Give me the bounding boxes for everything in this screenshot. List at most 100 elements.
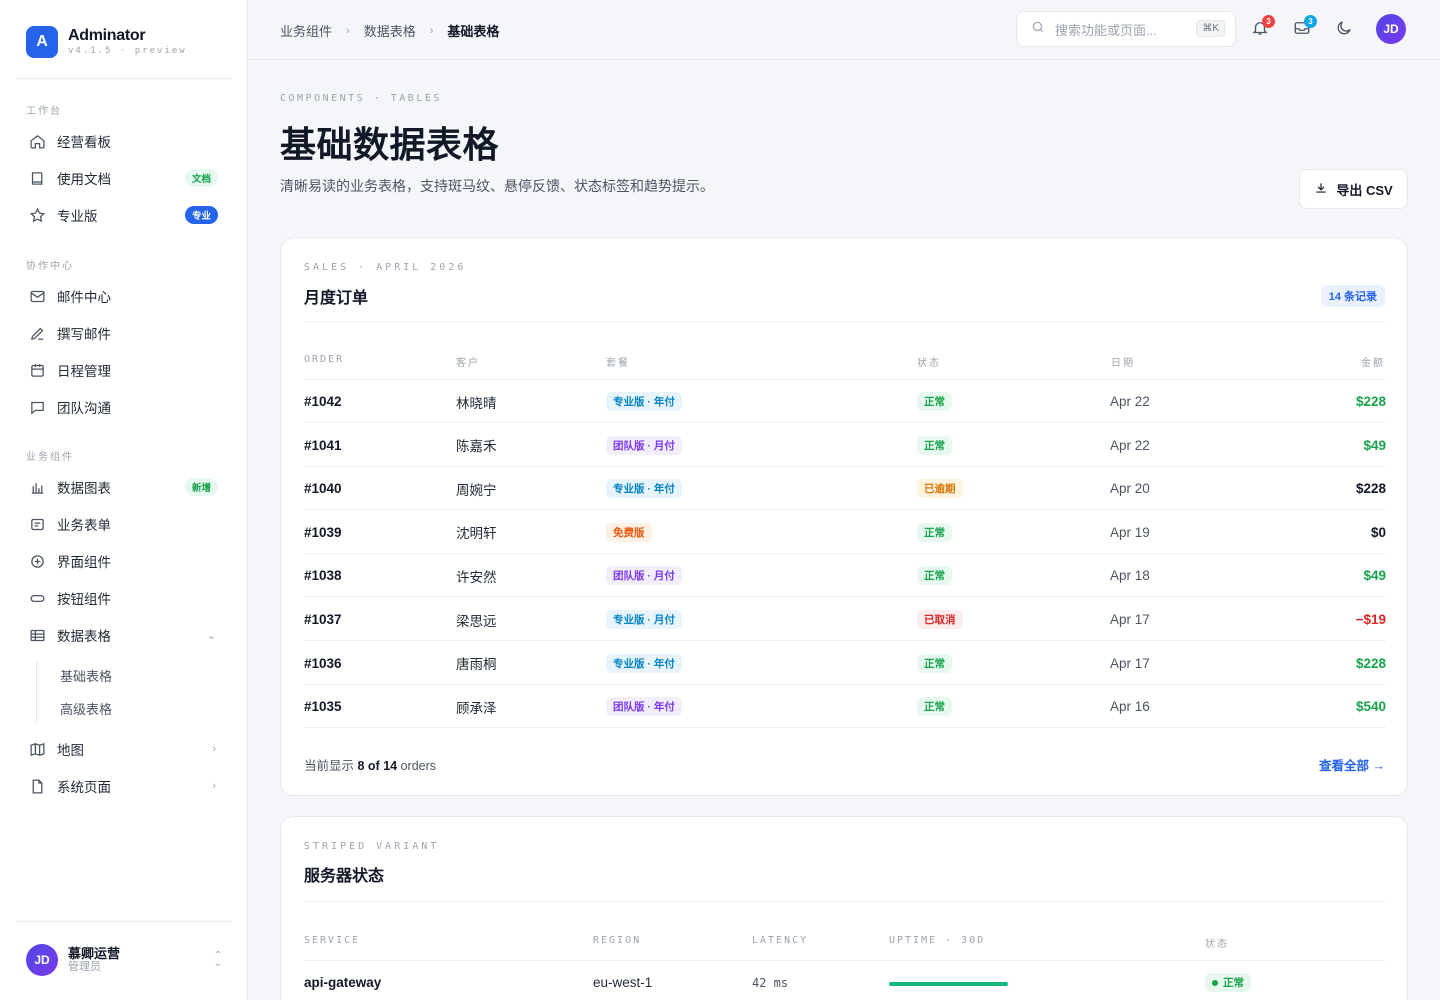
user-menu[interactable]: JD 慕卿运营 管理员 ⌃ ⌄: [26, 944, 222, 976]
order-id[interactable]: #1040: [304, 467, 342, 510]
column-header[interactable]: SERVICE: [304, 935, 360, 946]
table-row[interactable]: #1042 林晓晴 专业版 · 年付 正常 Apr 22 $228: [304, 380, 1386, 423]
order-id[interactable]: #1037: [304, 598, 342, 641]
sidebar-item-label: 界面组件: [57, 555, 111, 570]
sidebar-item-label: 使用文档: [57, 172, 111, 187]
chevron-right-icon: ›: [212, 780, 216, 792]
order-amount: $49: [1363, 437, 1386, 453]
sidebar-subitem-advanced-table[interactable]: 高级表格: [60, 699, 112, 718]
status-badge: 正常: [1223, 977, 1244, 989]
column-header[interactable]: UPTIME · 30D: [889, 935, 985, 946]
order-amount: −$19: [1355, 612, 1386, 627]
sidebar-item-pro[interactable]: 专业版 专业: [16, 198, 232, 232]
map-icon: [28, 740, 46, 758]
breadcrumb-item[interactable]: 数据表格: [364, 21, 416, 40]
order-id[interactable]: #1041: [304, 424, 342, 467]
record-count-badge: 14 条记录: [1320, 285, 1385, 307]
card-title: 月度订单: [304, 290, 369, 307]
nav-section-collab: 协作中心: [26, 261, 74, 272]
status-badge: 正常: [917, 435, 952, 455]
sidebar-item-docs[interactable]: 使用文档 文档: [16, 161, 232, 195]
sidebar-item-chat[interactable]: 团队沟通: [16, 390, 232, 424]
column-header[interactable]: 金额: [1361, 354, 1385, 369]
sidebar-subitem-basic-table[interactable]: 基础表格: [60, 666, 112, 685]
sidebar-item-calendar[interactable]: 日程管理: [16, 353, 232, 387]
chevron-right-icon: ›: [346, 24, 350, 37]
brand[interactable]: A Adminator v4.1.5 · preview: [26, 26, 187, 58]
breadcrumb-item[interactable]: 业务组件: [280, 21, 332, 40]
order-id[interactable]: #1036: [304, 642, 342, 685]
notifications-count: 3: [1262, 15, 1275, 28]
avatar[interactable]: JD: [1376, 14, 1406, 44]
book-icon: [28, 169, 46, 187]
sidebar-item-tables[interactable]: 数据表格 ⌄: [16, 618, 232, 652]
table-row[interactable]: #1039 沈明轩 免费版 正常 Apr 19 $0: [304, 511, 1386, 554]
status-badge: 正常: [917, 653, 952, 673]
service-name[interactable]: api-gateway: [304, 961, 381, 1000]
table-row[interactable]: #1037 梁思远 专业版 · 月付 已取消 Apr 17 −$19: [304, 598, 1386, 641]
order-date: Apr 22: [1110, 437, 1150, 453]
sidebar-item-ui[interactable]: 界面组件: [16, 544, 232, 578]
sidebar-item-forms[interactable]: 业务表单: [16, 507, 232, 541]
notifications-button[interactable]: 3: [1251, 15, 1275, 39]
card-title: 服务器状态: [304, 868, 385, 885]
pen-icon: [28, 324, 46, 342]
column-header[interactable]: REGION: [593, 935, 641, 946]
plan-tag: 团队版 · 月付: [606, 435, 682, 455]
theme-toggle[interactable]: [1335, 19, 1355, 39]
table-row[interactable]: api-gateway eu-west-1 42 ms 正常: [304, 961, 1386, 1000]
table-footer-summary: 当前显示 8 of 14 orders: [304, 755, 436, 774]
column-header[interactable]: ORDER: [304, 354, 344, 365]
column-header[interactable]: 客户: [456, 354, 480, 369]
export-csv-button[interactable]: 导出 CSV: [1299, 169, 1408, 209]
divider: [16, 78, 232, 79]
table-row[interactable]: #1040 周婉宁 专业版 · 年付 已逾期 Apr 20 $228: [304, 467, 1386, 511]
column-header[interactable]: 日期: [1111, 354, 1135, 369]
customer-name: 林晓晴: [456, 395, 497, 411]
inbox-button[interactable]: 3: [1293, 15, 1317, 39]
order-id[interactable]: #1039: [304, 511, 342, 554]
table-row[interactable]: #1038 许安然 团队版 · 月付 正常 Apr 18 $49: [304, 554, 1386, 598]
calendar-icon: [28, 361, 46, 379]
column-header[interactable]: 套餐: [606, 354, 630, 369]
sidebar-item-map[interactable]: 地图 ›: [16, 732, 232, 766]
table-row[interactable]: #1035 顾承泽 团队版 · 年付 正常 Apr 16 $540: [304, 685, 1386, 729]
mail-icon: [28, 287, 46, 305]
plan-tag: 专业版 · 年付: [606, 392, 682, 411]
order-date: Apr 19: [1110, 524, 1150, 540]
order-amount: $49: [1363, 568, 1386, 584]
footer-count: 8 of 14: [357, 759, 398, 773]
order-id[interactable]: #1042: [304, 380, 342, 423]
form-icon: [28, 515, 46, 533]
uptime-bar: [889, 982, 1008, 986]
chevron-right-icon: ›: [429, 24, 434, 37]
column-header[interactable]: LATENCY: [752, 935, 808, 946]
view-all-link[interactable]: 查看全部 →: [1319, 755, 1385, 774]
customer-name: 沈明轩: [456, 526, 497, 542]
sidebar-item-system[interactable]: 系统页面 ›: [16, 769, 232, 803]
sidebar-item-charts[interactable]: 数据图表 新增: [16, 470, 232, 504]
order-id[interactable]: #1035: [304, 685, 342, 728]
footer-suffix: orders: [400, 759, 437, 773]
column-header[interactable]: 状态: [917, 354, 941, 369]
divider: [304, 901, 1385, 902]
sidebar-item-dashboard[interactable]: 经营看板: [16, 124, 232, 158]
search-input[interactable]: 搜索功能或页面... ⌘K: [1016, 11, 1236, 47]
chat-icon: [28, 398, 46, 416]
table-row[interactable]: #1041 陈嘉禾 团队版 · 月付 正常 Apr 22 $49: [304, 424, 1386, 467]
order-id[interactable]: #1038: [304, 554, 342, 597]
sidebar-item-buttons[interactable]: 按钮组件: [16, 581, 232, 615]
divider: [16, 921, 232, 922]
sidebar-item-label: 日程管理: [57, 364, 111, 379]
order-amount: $228: [1355, 394, 1386, 409]
order-date: Apr 18: [1110, 568, 1150, 584]
moon-icon: [1335, 21, 1353, 41]
sidebar-item-mail[interactable]: 邮件中心: [16, 279, 232, 313]
table-row[interactable]: #1036 唐雨桐 专业版 · 年付 正常 Apr 17 $228: [304, 642, 1386, 685]
servers-card: STRIPED VARIANT 服务器状态 SERVICE REGION LAT…: [280, 816, 1408, 1000]
status-badge: 正常: [917, 566, 952, 586]
chevron-updown-icon: ⌃ ⌄: [213, 950, 222, 969]
sidebar-item-compose[interactable]: 撰写邮件: [16, 316, 232, 350]
order-amount: $540: [1355, 699, 1386, 715]
column-header[interactable]: 状态: [1205, 935, 1229, 950]
